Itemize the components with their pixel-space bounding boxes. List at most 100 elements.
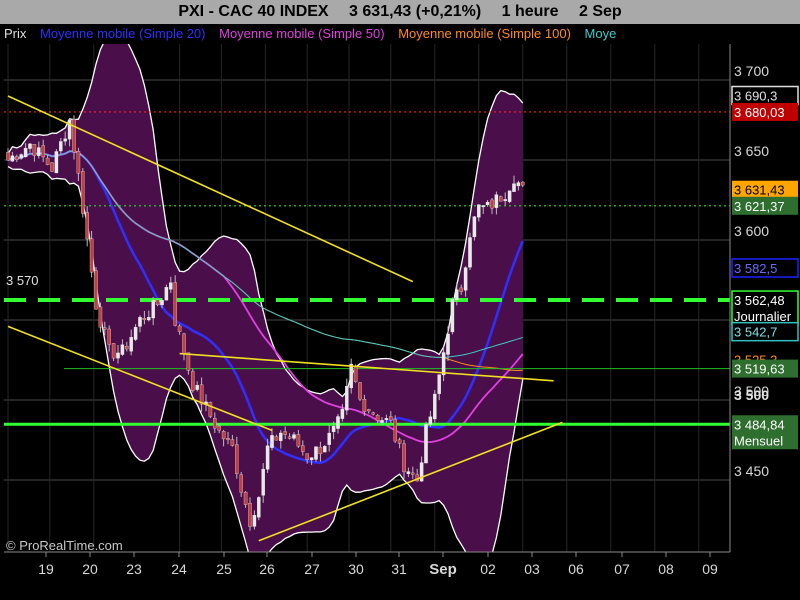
candle-body bbox=[45, 157, 50, 165]
candle-body bbox=[59, 141, 63, 152]
candle-body bbox=[257, 497, 261, 518]
candle-body bbox=[274, 436, 279, 441]
x-tick-label: 31 bbox=[391, 561, 407, 577]
x-tick-label: 27 bbox=[304, 561, 320, 577]
y-tick-label: 3 700 bbox=[734, 63, 769, 79]
price-chart[interactable]: 3 4503 5003 5503 6003 6503 7003 690,33 6… bbox=[0, 0, 800, 600]
candle-body bbox=[252, 515, 257, 527]
candle-body bbox=[503, 199, 507, 202]
timeframe: 1 heure bbox=[501, 3, 559, 20]
candle-body bbox=[292, 434, 296, 439]
candle-body bbox=[446, 333, 450, 355]
y-tick-label: 3 600 bbox=[734, 223, 769, 239]
candle-body bbox=[226, 438, 230, 440]
candle-body bbox=[455, 289, 459, 301]
last-price: 3 631,43 (+0,21%) bbox=[349, 3, 482, 20]
candle-body bbox=[248, 503, 252, 527]
candle-body bbox=[111, 343, 116, 359]
candle-body bbox=[367, 409, 371, 412]
candle-body bbox=[323, 446, 327, 453]
price-label: 3 631,43 bbox=[734, 183, 785, 198]
candle-body bbox=[318, 446, 323, 455]
candle-body bbox=[19, 154, 23, 159]
candle-body bbox=[345, 386, 349, 411]
candle-body bbox=[155, 299, 160, 306]
candle-body bbox=[433, 393, 437, 420]
price-label: 3 562,48 bbox=[734, 293, 785, 308]
candle-body bbox=[309, 457, 314, 461]
candle-body bbox=[142, 318, 147, 320]
chart-date: 2 Sep bbox=[578, 3, 622, 20]
candle-body bbox=[499, 196, 503, 202]
candle-body bbox=[287, 436, 292, 439]
candle-body bbox=[147, 317, 151, 321]
candle-body bbox=[375, 414, 380, 421]
candle-body bbox=[358, 382, 362, 400]
candle-body bbox=[191, 371, 195, 391]
prorealtime-watermark: © ProRealTime.com bbox=[6, 538, 123, 553]
legend-sma-150[interactable]: Moye bbox=[585, 26, 617, 41]
candle-body bbox=[384, 418, 389, 421]
x-tick-label: Sep bbox=[429, 561, 457, 578]
candle-body bbox=[450, 299, 455, 333]
legend-sma-20[interactable]: Moyenne mobile (Simple 20) bbox=[40, 26, 205, 41]
x-tick-label: 23 bbox=[126, 561, 142, 577]
candle-body bbox=[54, 151, 59, 174]
candle-body bbox=[477, 204, 481, 218]
legend-sma-50[interactable]: Moyenne mobile (Simple 50) bbox=[219, 26, 384, 41]
price-label: 3 519,63 bbox=[734, 362, 785, 377]
x-tick-label: 02 bbox=[480, 561, 496, 577]
candle-body bbox=[362, 398, 367, 412]
candle-body bbox=[32, 144, 37, 156]
chart-title-bar: PXI - CAC 40 INDEX 3 631,43 (+0,21%) 1 h… bbox=[0, 0, 800, 24]
candle-body bbox=[521, 181, 525, 186]
candle-body bbox=[10, 155, 15, 162]
x-tick-label: 30 bbox=[348, 561, 364, 577]
candle-body bbox=[151, 300, 155, 319]
candle-body bbox=[463, 267, 468, 291]
price-label: 3 621,37 bbox=[734, 199, 785, 214]
candle-body bbox=[261, 468, 265, 496]
candle-body bbox=[199, 384, 204, 405]
candle-body bbox=[314, 446, 318, 460]
candle-body bbox=[120, 344, 125, 355]
candle-body bbox=[265, 445, 270, 470]
legend-prix[interactable]: Prix bbox=[4, 26, 26, 41]
candle-body bbox=[468, 237, 472, 268]
candle-body bbox=[94, 270, 98, 310]
candle-body bbox=[283, 431, 287, 435]
instrument-name: PXI - CAC 40 INDEX bbox=[178, 3, 329, 20]
candle-body bbox=[331, 426, 336, 433]
candle-body bbox=[389, 416, 393, 421]
candle-body bbox=[270, 435, 274, 448]
candle-body bbox=[424, 424, 428, 464]
x-tick-label: 19 bbox=[38, 561, 54, 577]
candle-body bbox=[305, 453, 309, 460]
candle-body bbox=[437, 374, 441, 394]
price-label-name: Mensuel bbox=[734, 433, 783, 448]
candle-body bbox=[6, 152, 10, 161]
candle-body bbox=[459, 287, 463, 292]
legend-sma-100[interactable]: Moyenne mobile (Simple 100) bbox=[398, 26, 571, 41]
price-label-name: Journalier bbox=[734, 309, 792, 324]
candle-body bbox=[41, 145, 45, 158]
candle-body bbox=[195, 385, 199, 390]
x-tick-label: 26 bbox=[259, 561, 275, 577]
candle-body bbox=[349, 363, 353, 389]
candle-body bbox=[169, 282, 173, 290]
price-label: 3 680,03 bbox=[734, 105, 785, 120]
price-label-axis: 3 500 bbox=[734, 387, 769, 403]
candle-body bbox=[213, 418, 217, 429]
candle-body bbox=[428, 416, 433, 425]
candle-body bbox=[402, 443, 406, 473]
candle-body bbox=[125, 345, 129, 350]
candle-body bbox=[81, 171, 85, 214]
candle-body bbox=[397, 439, 402, 444]
candle-body bbox=[72, 119, 76, 153]
candle-body bbox=[380, 420, 384, 423]
candle-body bbox=[116, 352, 120, 359]
x-tick-label: 20 bbox=[82, 561, 98, 577]
x-tick-label: 09 bbox=[702, 561, 718, 577]
price-label: 3 690,3 bbox=[734, 89, 777, 104]
candle-body bbox=[63, 138, 67, 142]
